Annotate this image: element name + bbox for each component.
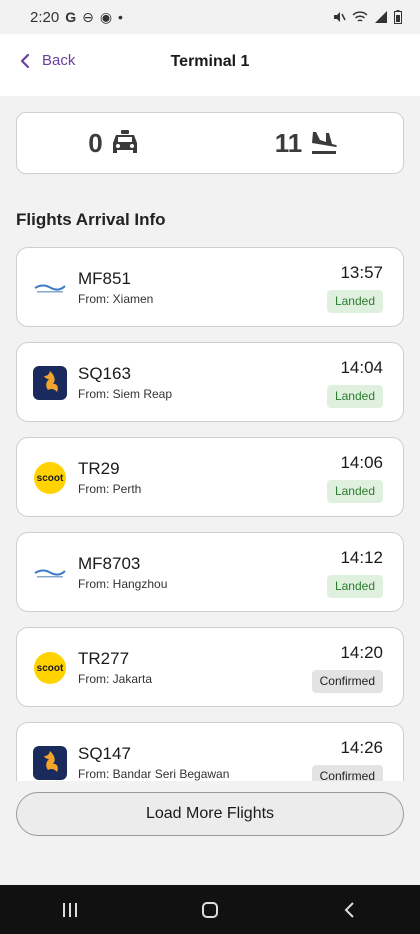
flight-origin: From: Siem Reap (78, 387, 173, 401)
status-left: 2:20 G ⊖ ◉ • (30, 9, 123, 26)
status-badge: Landed (326, 480, 383, 503)
flight-card[interactable]: scoot TR277 From: Jakarta 14:20 Confirme… (16, 627, 404, 707)
load-more-button[interactable]: Load More Flights (16, 792, 404, 836)
xiamen-airlines-logo (33, 271, 67, 305)
home-button[interactable] (190, 890, 230, 930)
flight-list[interactable]: MF851 From: Xiamen 13:57 Landed SQ163 Fr… (16, 247, 404, 781)
flight-origin: From: Bandar Seri Begawan (78, 767, 230, 781)
flight-number: SQ163 (78, 364, 131, 383)
app-header: Back Terminal 1 (0, 34, 420, 96)
wifi-icon (352, 11, 368, 22)
flight-card[interactable]: MF8703 From: Hangzhou 14:12 Landed (16, 532, 404, 612)
status-badge: Landed (326, 290, 383, 313)
flight-time: 14:04 (340, 358, 383, 377)
flight-time: 13:57 (340, 263, 383, 282)
system-nav-bar (0, 885, 420, 934)
scoot-logo: scoot (33, 651, 67, 685)
flight-origin: From: Xiamen (78, 292, 154, 306)
flight-card[interactable]: SQ163 From: Siem Reap 14:04 Landed (16, 342, 404, 422)
flight-origin: From: Jakarta (78, 672, 153, 686)
status-badge: Confirmed (311, 765, 383, 781)
xiamen-airlines-logo (33, 556, 67, 590)
recent-apps-button[interactable] (50, 890, 90, 930)
page-title: Terminal 1 (170, 53, 250, 70)
flight-number: SQ147 (78, 744, 131, 763)
mute-icon (334, 12, 346, 22)
flight-number: MF851 (78, 269, 131, 288)
flight-time: 14:12 (340, 548, 383, 567)
flight-card[interactable]: SQ147 From: Bandar Seri Begawan 14:26 Co… (16, 722, 404, 781)
flight-number: TR29 (78, 459, 120, 478)
flight-time: 14:20 (340, 643, 383, 662)
google-icon: G (65, 9, 77, 25)
status-time: 2:20 (30, 8, 60, 26)
flight-number: MF8703 (78, 554, 141, 573)
status-badge: Landed (326, 385, 383, 408)
flight-time: 14:06 (340, 453, 383, 472)
system-back-button[interactable] (330, 890, 370, 930)
taxi-icon (112, 130, 137, 153)
minus-circle-icon: ⊖ (82, 8, 94, 25)
plane-landing-icon (312, 132, 337, 154)
status-badge: Confirmed (311, 670, 383, 693)
status-badge: Landed (326, 575, 383, 598)
flight-origin: From: Perth (78, 482, 142, 496)
singapore-airlines-logo (33, 746, 67, 780)
status-bar: 2:20 G ⊖ ◉ • (0, 0, 420, 34)
status-right (332, 10, 402, 24)
section-title: Flights Arrival Info (16, 210, 166, 229)
scoot-logo-text: scoot (37, 663, 64, 674)
battery-icon (394, 10, 402, 24)
recent-apps-icon (63, 902, 77, 917)
scoot-logo: scoot (33, 461, 67, 495)
flight-origin: From: Hangzhou (78, 577, 168, 591)
signal-icon (375, 11, 387, 23)
target-icon: ◉ (99, 8, 113, 25)
taxi-summary: 0 (17, 128, 210, 159)
flight-number: TR277 (78, 649, 130, 668)
summary-card: 0 11 (16, 112, 404, 174)
home-icon (202, 901, 218, 918)
dot-icon: • (118, 9, 123, 25)
flight-time: 14:26 (340, 738, 383, 757)
flight-card[interactable]: MF851 From: Xiamen 13:57 Landed (16, 247, 404, 327)
taxi-count: 0 (88, 127, 103, 158)
back-arrow-icon (344, 901, 354, 918)
flight-card[interactable]: scoot TR29 From: Perth 14:06 Landed (16, 437, 404, 517)
arrival-count: 11 (274, 127, 303, 158)
singapore-airlines-logo (33, 366, 67, 400)
scoot-logo-text: scoot (37, 473, 64, 484)
arrivals-summary: 11 (210, 128, 403, 159)
